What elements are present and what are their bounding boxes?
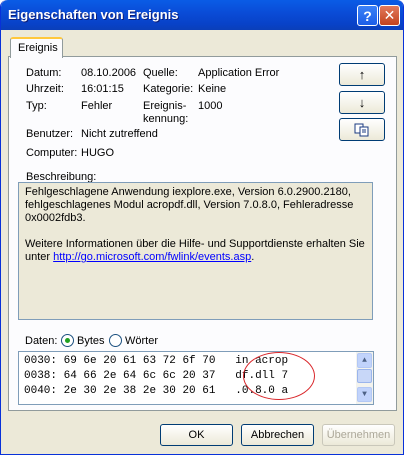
cancel-button[interactable]: Abbrechen — [241, 424, 314, 446]
words-radio[interactable] — [109, 334, 122, 347]
computer-value: HUGO — [81, 147, 114, 159]
description-line2: fehlgeschlagenes Modul acropdf.dll, Vers… — [25, 199, 354, 211]
ereignis-label-line1: Ereignis- — [143, 100, 187, 112]
words-label[interactable]: Wörter — [125, 335, 158, 347]
unter-text: unter — [25, 251, 51, 263]
bytes-label[interactable]: Bytes — [77, 335, 105, 347]
data-label: Daten: — [25, 335, 58, 347]
next-event-button[interactable]: ↓ — [339, 91, 385, 114]
close-button[interactable]: ✕ — [379, 5, 400, 26]
quelle-value: Application Error — [198, 67, 280, 79]
ok-button-label: OK — [188, 429, 205, 441]
datum-label: Datum: — [26, 67, 62, 79]
ereignis-value: 1000 — [198, 100, 223, 112]
scroll-thumb[interactable] — [357, 369, 372, 383]
computer-label: Computer: — [26, 147, 78, 159]
benutzer-value: Nicht zutreffend — [81, 128, 158, 140]
help-icon: ? — [363, 7, 372, 24]
description-line1: Fehlgeschlagene Anwendung iexplore.exe, … — [25, 186, 351, 198]
bytes-radio[interactable] — [61, 334, 74, 347]
link-period: . — [251, 251, 255, 263]
help-button[interactable]: ? — [357, 5, 378, 26]
cancel-button-label: Abbrechen — [250, 429, 305, 441]
scroll-down-button[interactable]: ▼ — [357, 387, 372, 402]
data-offset: 0038: — [24, 370, 58, 382]
tab-ereignis[interactable]: Ereignis — [10, 37, 63, 58]
arrow-up-icon: ↑ — [358, 67, 366, 82]
ereignis-label-line2: kennung: — [143, 113, 189, 125]
uhrzeit-value: 16:01:15 — [81, 83, 124, 95]
help-link[interactable]: http://go.microsoft.com/fwlink/events.as… — [53, 251, 251, 263]
previous-event-button[interactable]: ↑ — [339, 63, 385, 86]
copy-icon — [354, 123, 369, 136]
description-line3: 0x0002fdb3. — [25, 212, 86, 224]
data-offset: 0040: — [24, 385, 58, 397]
chevron-up-icon: ▲ — [362, 356, 367, 365]
kategorie-value: Keine — [198, 83, 227, 95]
description-textbox[interactable]: Fehlgeschlagene Anwendung iexplore.exe, … — [18, 182, 373, 320]
event-properties-window: Eigenschaften von Ereignis ? ✕ Ereignis … — [0, 0, 404, 455]
uhrzeit-label: Uhrzeit: — [26, 83, 64, 95]
data-hex: 2e 30 2e 38 2e 30 20 61 — [63, 385, 216, 397]
data-hex: 69 6e 20 61 63 72 6f 70 — [63, 355, 216, 367]
data-textbox[interactable]: 0030: 69 6e 20 61 63 72 6f 70 in acrop 0… — [18, 351, 374, 405]
kategorie-label: Kategorie: — [143, 83, 194, 95]
scroll-up-button[interactable]: ▲ — [357, 353, 372, 368]
copy-button[interactable] — [339, 118, 385, 141]
datum-value: 08.10.2006 — [81, 67, 137, 79]
data-offset: 0030: — [24, 355, 58, 367]
title-bar[interactable]: Eigenschaften von Ereignis ? ✕ — [1, 0, 403, 30]
quelle-label: Quelle: — [143, 67, 178, 79]
tab-label: Ereignis — [18, 42, 58, 54]
typ-value: Fehler — [81, 100, 113, 112]
arrow-down-icon: ↓ — [358, 95, 366, 110]
apply-button-label: Übernehmen — [326, 429, 391, 441]
more-info-text: Weitere Informationen über die Hilfe- un… — [25, 238, 365, 250]
benutzer-label: Benutzer: — [26, 128, 74, 140]
typ-label: Typ: — [26, 100, 47, 112]
close-icon: ✕ — [383, 7, 396, 23]
chevron-down-icon: ▼ — [362, 390, 367, 399]
data-scrollbar[interactable]: ▲ ▼ — [356, 352, 373, 404]
annotation-circle — [243, 352, 315, 400]
apply-button[interactable]: Übernehmen — [322, 424, 395, 446]
ok-button[interactable]: OK — [160, 424, 233, 446]
data-hex: 64 66 2e 64 6c 6c 20 37 — [63, 370, 216, 382]
window-title: Eigenschaften von Ereignis — [8, 7, 179, 22]
